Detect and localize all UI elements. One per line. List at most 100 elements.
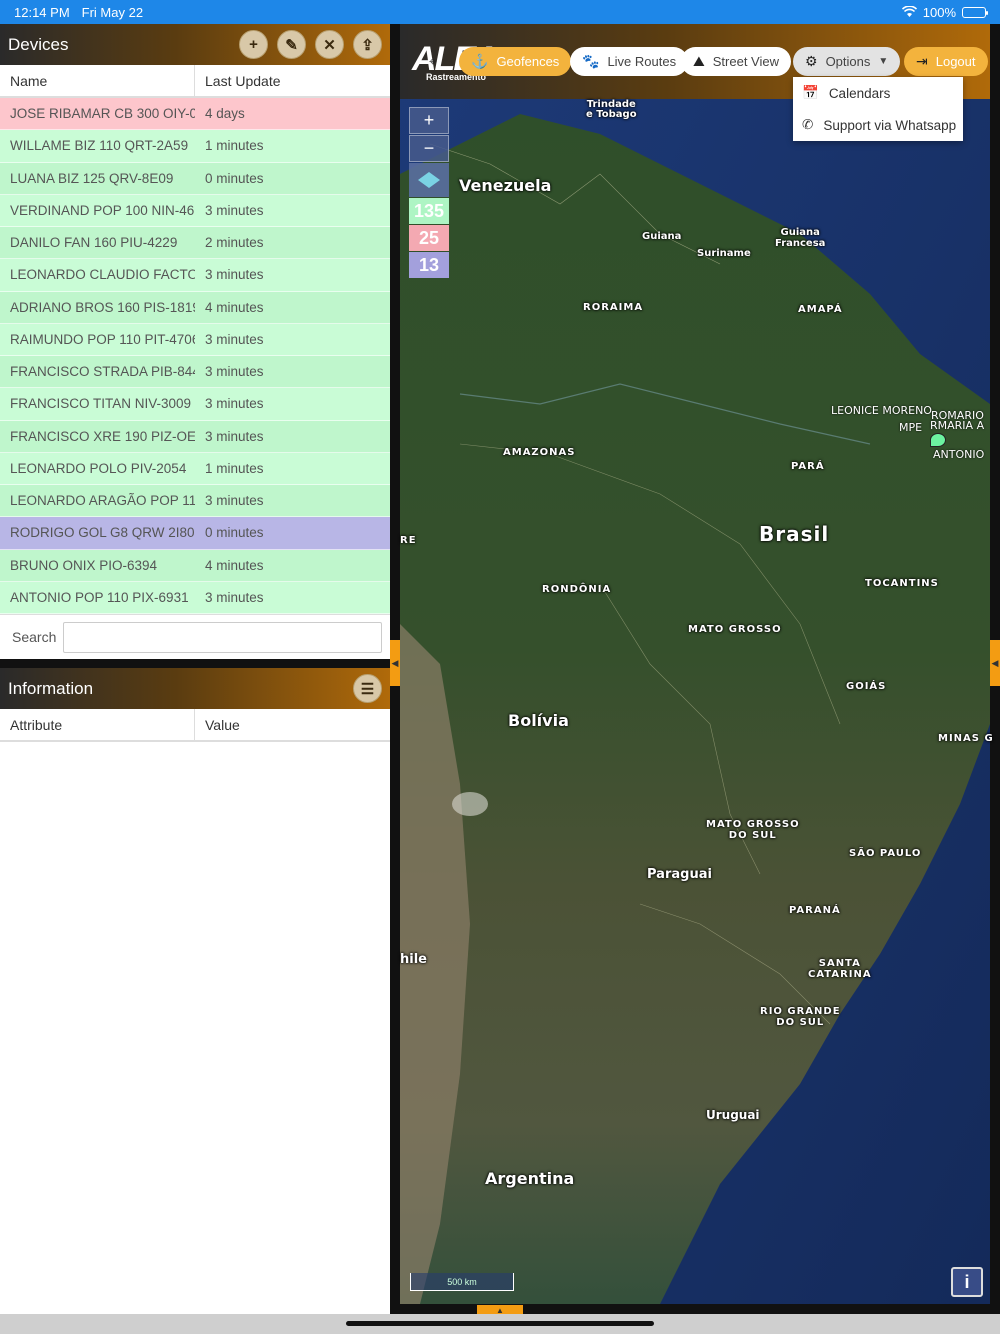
info-table-header: Attribute Value [0,709,390,742]
device-name: BRUNO ONIX PIO-6394 [10,557,158,573]
table-row[interactable]: VERDINAND POP 100 NIN-46... 3 minutes [0,194,390,227]
plus-icon: + [423,110,435,130]
zoom-in-button[interactable]: + [409,107,449,134]
map-scale: 500 km [410,1273,514,1291]
devices-header: Devices + ✎ ✕ ⇪ [0,24,390,65]
map-label-goias: GOIÁS [846,681,887,692]
collapse-left-handle[interactable]: ◀ [390,640,400,686]
status-bar: 12:14 PM Fri May 22 100% [0,0,1000,24]
devices-table-header: Name Last Update [0,65,390,98]
device-last-update: 3 minutes [205,589,264,605]
table-row[interactable]: LUANA BIZ 125 QRV-8E09 0 minutes [0,162,390,195]
table-row[interactable]: ADRIANO BROS 160 PIS-1819 4 minutes [0,291,390,324]
crosshair-icon: ⌖ [429,53,437,69]
device-last-update: 3 minutes [205,331,264,347]
map-label-bolivia: Bolívia [508,711,569,730]
battery-icon [962,6,988,18]
device-last-update: 3 minutes [205,493,264,509]
options-button[interactable]: ⚙ Options ▼ [793,47,901,76]
device-name: VERDINAND POP 100 NIN-46... [10,202,195,218]
device-last-update: 3 minutes [205,428,264,444]
panel-divider[interactable] [0,659,390,668]
device-name: FRANCISCO XRE 190 PIZ-OE17 [10,428,195,444]
search-label: Search [12,629,57,645]
column-attribute: Attribute [0,709,195,740]
zoom-out-button[interactable]: − [409,135,449,162]
column-last-update[interactable]: Last Update [195,65,390,96]
live-routes-label: Live Routes [607,54,677,69]
geofence-pin-icon: ⚓ [471,53,489,69]
devices-title: Devices [8,34,69,54]
map-label-brasil: Brasil [759,522,830,546]
table-row[interactable]: LEONARDO CLAUDIO FACTO... 3 minutes [0,259,390,292]
logout-icon: ⇥ [916,53,928,69]
edit-device-button[interactable]: ✎ [277,30,306,59]
map-label-mato-grosso: MATO GROSSO [688,624,782,635]
layers-icon [418,172,440,188]
add-device-button[interactable]: + [239,30,268,59]
street-view-button[interactable]: ⛰ Street View [681,47,792,76]
map-label-guiana-francesa: Guiana Francesa [775,227,826,249]
device-last-update: 3 minutes [205,202,264,218]
device-last-update: 0 minutes [205,170,264,186]
map-label-chile: hile [400,952,427,967]
device-name: LEONARDO POLO PIV-2054 [10,460,187,476]
table-row[interactable]: LEONARDO ARAGÃO POP 110 3 minutes [0,485,390,518]
device-last-update: 1 minutes [205,138,264,154]
device-name: JOSE RIBAMAR CB 300 OIY-0... [10,106,195,122]
menu-item-calendars[interactable]: 📅 Calendars [793,77,963,109]
map-view[interactable] [400,24,990,1304]
table-row[interactable]: FRANCISCO STRADA PIB-8447 3 minutes [0,356,390,389]
table-row[interactable]: DANILO FAN 160 PIU-4229 2 minutes [0,227,390,260]
menu-item-whatsapp[interactable]: ✆ Support via Whatsapp [793,109,963,141]
upload-icon: ⇪ [361,36,374,54]
search-bar: Search [0,614,390,659]
logout-button[interactable]: ⇥ Logout [904,47,988,76]
options-label: Options [825,54,871,69]
table-row[interactable]: WILLAME BIZ 110 QRT-2A59 1 minutes [0,130,390,163]
cluster-online[interactable]: 135 [409,198,449,224]
table-row[interactable]: ANTONIO POP 110 PIX-6931 3 minutes [0,581,390,614]
column-name[interactable]: Name [0,65,195,96]
table-row[interactable]: FRANCISCO TITAN NIV-3009 3 minutes [0,388,390,421]
wifi-icon [901,4,917,20]
table-row[interactable]: FRANCISCO XRE 190 PIZ-OE17 3 minutes [0,420,390,453]
device-marker[interactable] [930,433,946,447]
status-date: Fri May 22 [81,4,144,20]
map-label-para: PARÁ [791,461,825,472]
device-last-update: 0 minutes [205,525,264,541]
table-row[interactable]: JOSE RIBAMAR CB 300 OIY-0... 4 days [0,98,390,131]
map-label-santa-catarina: SANTA CATARINA [808,958,872,980]
table-row[interactable]: RAIMUNDO POP 110 PIT-4706 3 minutes [0,323,390,356]
device-last-update: 4 days [205,106,245,122]
device-name: RAIMUNDO POP 110 PIT-4706 [10,331,195,347]
search-input[interactable] [63,621,382,653]
gear-icon: ⚙ [805,53,818,69]
map-label-uruguai: Uruguai [706,1108,760,1122]
device-last-update: 4 minutes [205,557,264,573]
device-last-update: 1 minutes [205,460,264,476]
table-row[interactable]: RODRIGO GOL G8 QRW 2I80 0 minutes [0,517,390,550]
table-row[interactable]: LEONARDO POLO PIV-2054 1 minutes [0,452,390,485]
home-indicator[interactable] [346,1321,654,1326]
table-row[interactable]: BRUNO ONIX PIO-6394 4 minutes [0,549,390,582]
device-name: LUANA BIZ 125 QRV-8E09 [10,170,174,186]
info-toggle-button[interactable]: ☰ [353,674,382,703]
map-label-rio-grande: RIO GRANDE DO SUL [760,1006,841,1028]
cluster-offline[interactable]: 25 [409,225,449,251]
column-value: Value [205,716,240,733]
map-label-sao-paulo: SÃO PAULO [849,848,922,859]
map-label-venezuela: Venezuela [459,176,552,195]
device-name: DANILO FAN 160 PIU-4229 [10,235,178,251]
device-last-update: 3 minutes [205,267,264,283]
collapse-right-handle[interactable]: ◀ [990,640,1000,686]
geofences-button[interactable]: ⌖ ⚓ Geofences [429,47,572,76]
upload-button[interactable]: ⇪ [353,30,382,59]
layers-button[interactable] [409,163,449,197]
remove-device-button[interactable]: ✕ [315,30,344,59]
list-icon: ☰ [360,680,375,698]
map-info-button[interactable]: i [951,1267,983,1297]
battery-percent: 100% [922,4,956,20]
cluster-unknown[interactable]: 13 [409,252,449,278]
live-routes-button[interactable]: 🐾 Live Routes [570,47,689,76]
